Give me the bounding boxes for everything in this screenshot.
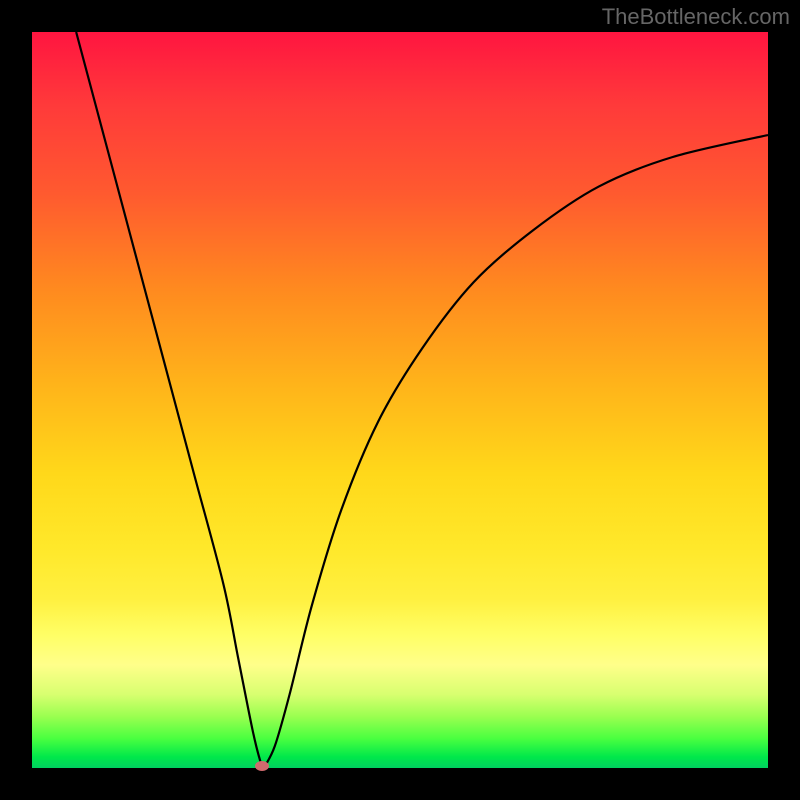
curve-right-branch	[264, 135, 768, 768]
watermark-text: TheBottleneck.com	[602, 4, 790, 30]
minimum-marker-dot	[255, 761, 269, 771]
chart-curves	[32, 32, 768, 768]
curve-left-branch	[76, 32, 264, 768]
